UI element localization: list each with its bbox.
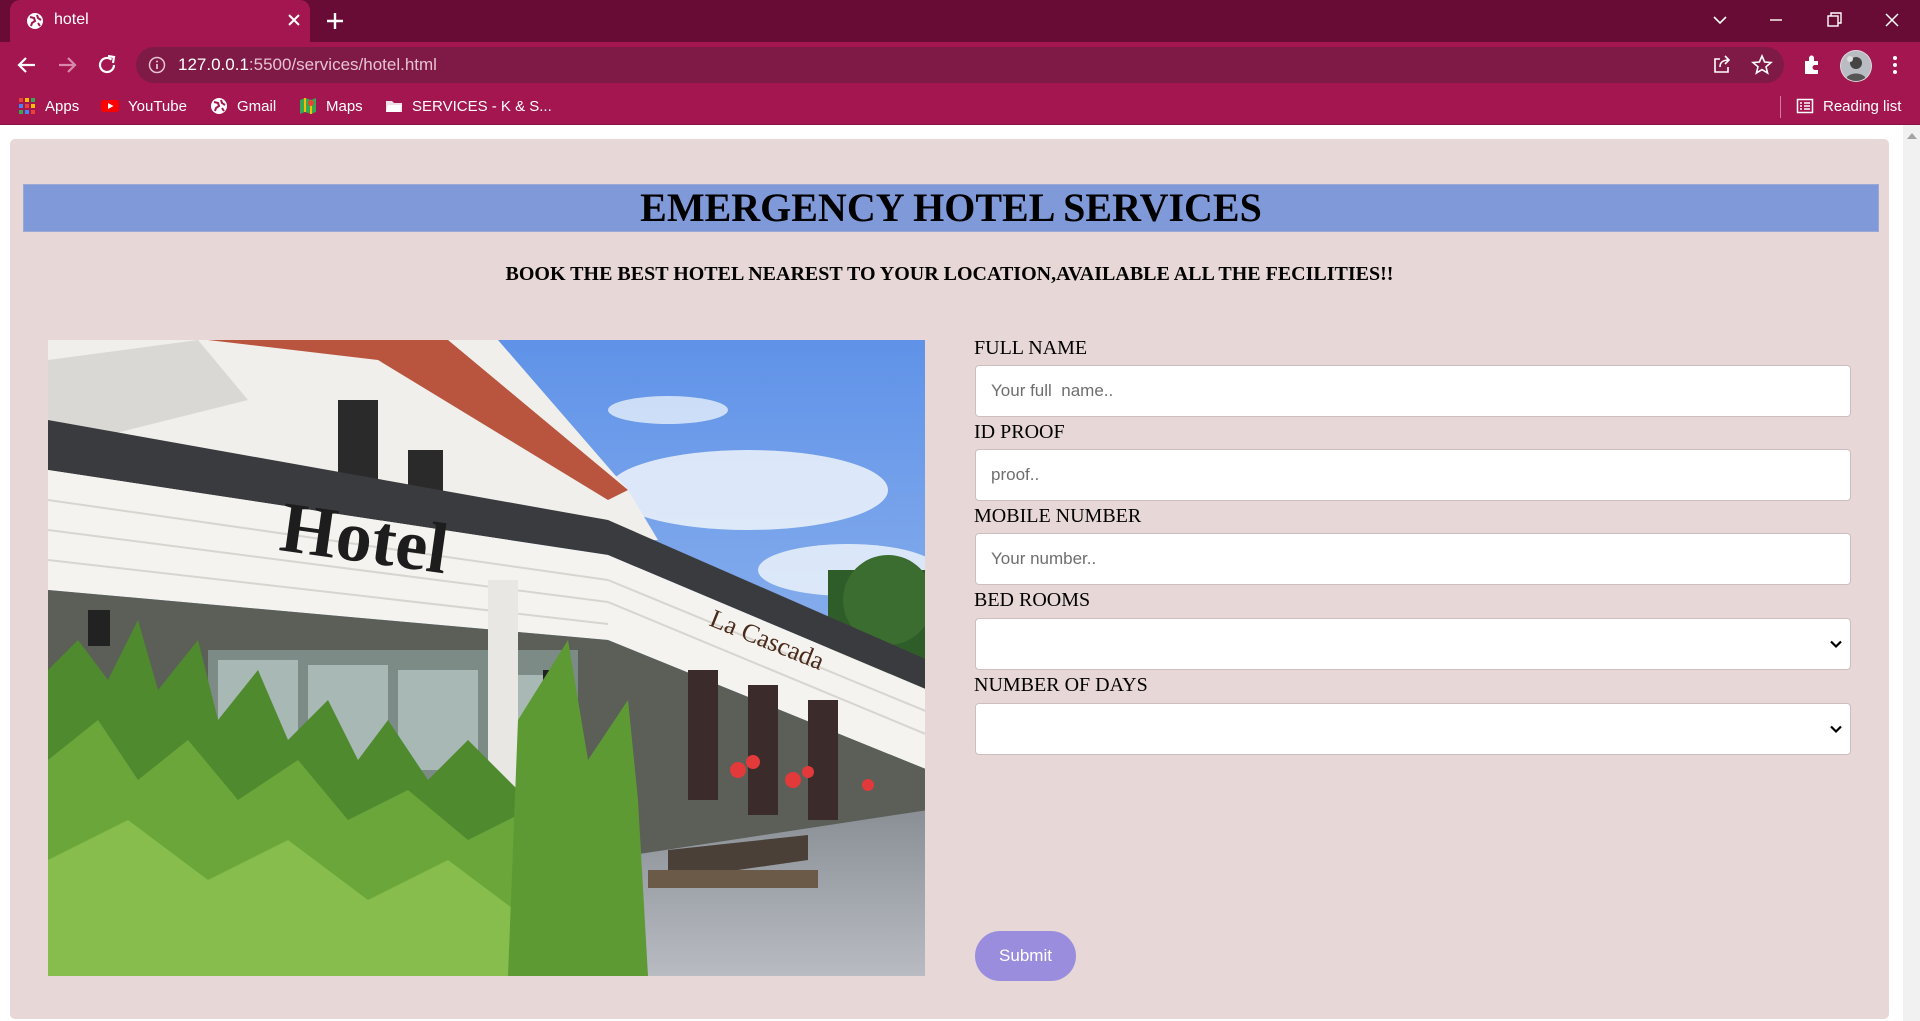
reading-list-icon bbox=[1796, 98, 1814, 114]
browser-menu-icon[interactable] bbox=[1882, 52, 1908, 78]
youtube-icon bbox=[101, 100, 119, 112]
vertical-scrollbar[interactable] bbox=[1903, 125, 1920, 1021]
chevron-down-icon bbox=[1830, 640, 1842, 649]
bed-rooms-label: BED ROOMS bbox=[974, 589, 1091, 611]
bookmark-label: Gmail bbox=[237, 97, 277, 115]
page-viewport: EMERGENCY HOTEL SERVICES BOOK THE BEST H… bbox=[0, 125, 1903, 1021]
share-icon[interactable] bbox=[1711, 54, 1733, 76]
number-of-days-select[interactable] bbox=[975, 703, 1851, 755]
tab-strip: hotel bbox=[0, 0, 1920, 42]
url-text: 127.0.0.1:5500/services/hotel.html bbox=[178, 55, 437, 75]
bookmark-label: Apps bbox=[45, 97, 80, 115]
forward-arrow-icon[interactable] bbox=[55, 53, 79, 77]
site-info-icon[interactable] bbox=[148, 56, 166, 74]
bed-rooms-select[interactable] bbox=[975, 618, 1851, 670]
browser-toolbar: 127.0.0.1:5500/services/hotel.html bbox=[0, 42, 1920, 88]
tab-hotel[interactable]: hotel bbox=[10, 0, 310, 42]
full-name-label: FULL NAME bbox=[974, 337, 1088, 359]
apps-grid-icon bbox=[19, 98, 35, 114]
bookmark-services[interactable]: SERVICES - K & S... bbox=[385, 96, 552, 116]
hotel-services-card: EMERGENCY HOTEL SERVICES BOOK THE BEST H… bbox=[10, 139, 1889, 1019]
bookmark-maps[interactable]: Maps bbox=[299, 96, 363, 116]
profile-avatar[interactable] bbox=[1840, 50, 1872, 82]
globe-icon bbox=[27, 13, 43, 29]
tab-title: hotel bbox=[54, 11, 89, 28]
minimize-icon[interactable] bbox=[1762, 6, 1790, 34]
close-window-icon[interactable] bbox=[1878, 6, 1906, 34]
back-arrow-icon[interactable] bbox=[15, 53, 39, 77]
hotel-building-image: Hotel La Cascada bbox=[48, 340, 925, 976]
bookmarks-bar: Apps YouTube Gmail Maps SERVICES - K & S… bbox=[0, 88, 1920, 125]
id-proof-input[interactable] bbox=[975, 449, 1851, 501]
tab-search-icon[interactable] bbox=[1706, 6, 1734, 34]
page-title: EMERGENCY HOTEL SERVICES bbox=[23, 184, 1879, 232]
maps-icon bbox=[300, 98, 316, 114]
address-bar[interactable]: 127.0.0.1:5500/services/hotel.html bbox=[136, 47, 1784, 83]
reload-icon[interactable] bbox=[95, 53, 119, 77]
new-tab-icon[interactable] bbox=[324, 10, 346, 32]
mobile-number-label: MOBILE NUMBER bbox=[974, 505, 1142, 527]
profile-photo-icon bbox=[1841, 51, 1871, 81]
bookmark-label: SERVICES - K & S... bbox=[412, 97, 552, 115]
bookmark-apps[interactable]: Apps bbox=[18, 96, 79, 116]
close-tab-icon[interactable] bbox=[284, 10, 304, 30]
url-host: 127.0.0.1 bbox=[178, 55, 249, 74]
hotel-photo: Hotel La Cascada bbox=[48, 340, 925, 976]
bookmark-youtube[interactable]: YouTube bbox=[101, 96, 187, 116]
reading-list-label: Reading list bbox=[1823, 97, 1902, 115]
folder-icon bbox=[386, 101, 402, 112]
id-proof-label: ID PROOF bbox=[974, 421, 1065, 443]
url-path: :5500/services/hotel.html bbox=[248, 55, 437, 74]
bookmark-gmail[interactable]: Gmail bbox=[210, 96, 276, 116]
scroll-up-arrow-icon[interactable] bbox=[1907, 133, 1917, 139]
mobile-number-input[interactable] bbox=[975, 533, 1851, 585]
extensions-icon[interactable] bbox=[1800, 52, 1826, 78]
globe-icon bbox=[211, 98, 227, 114]
bookmark-label: YouTube bbox=[128, 97, 187, 115]
restore-icon[interactable] bbox=[1820, 6, 1848, 34]
submit-button[interactable]: Submit bbox=[975, 931, 1076, 981]
number-of-days-label: NUMBER OF DAYS bbox=[974, 674, 1148, 696]
reading-list-button[interactable]: Reading list bbox=[1796, 96, 1901, 116]
page-subtitle: BOOK THE BEST HOTEL NEAREST TO YOUR LOCA… bbox=[505, 263, 1394, 285]
chevron-down-icon bbox=[1830, 725, 1842, 734]
bookmark-label: Maps bbox=[326, 97, 363, 115]
bookmarks-separator bbox=[1780, 96, 1781, 118]
full-name-input[interactable] bbox=[975, 365, 1851, 417]
star-icon[interactable] bbox=[1751, 54, 1773, 76]
